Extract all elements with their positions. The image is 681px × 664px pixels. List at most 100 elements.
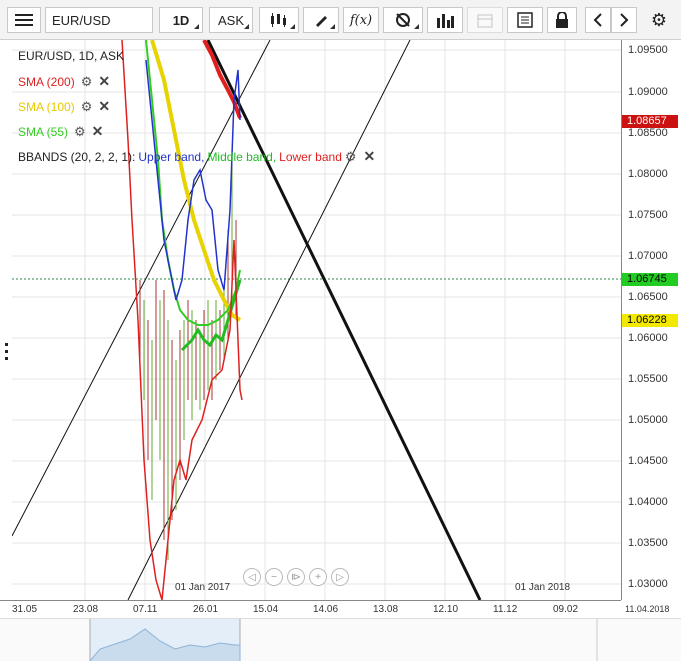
navigator-preview: [89, 619, 598, 662]
price-label: 1.09000: [628, 86, 668, 98]
zoom-in-button[interactable]: +: [309, 568, 327, 586]
price-axis[interactable]: 1.09500 1.09000 1.08500 1.08000 1.07500 …: [621, 40, 681, 600]
sma100-price-tag: 1.06228: [622, 314, 678, 327]
legend-main: EUR/USD, 1D, ASK: [18, 49, 124, 63]
sma200-settings-gear-icon[interactable]: ⚙: [81, 74, 93, 90]
time-label: 12.10: [433, 604, 459, 615]
triangle-right-icon: ▷: [336, 571, 344, 583]
legend-sma55: SMA (55) ⚙ ✕: [18, 123, 103, 140]
legend-sma55-label: SMA (55): [18, 124, 69, 139]
price-label: 1.08000: [628, 168, 668, 180]
triangle-left-icon: ◁: [248, 571, 256, 583]
volume-bars-icon: [437, 14, 454, 28]
time-label: 31.05: [12, 604, 38, 615]
time-label: 14.06: [313, 604, 339, 615]
price-type-select[interactable]: ASK: [209, 7, 253, 33]
sma55-remove-close-icon[interactable]: ✕: [92, 123, 104, 140]
lock-icon: [556, 12, 568, 28]
time-label: 11.12: [493, 604, 518, 615]
pan-right-button[interactable]: ▷: [331, 568, 349, 586]
crosshair-button[interactable]: [383, 7, 423, 33]
navigator[interactable]: [0, 618, 681, 662]
price-label: 1.06500: [628, 291, 668, 303]
time-label: 11.04.2018: [625, 604, 670, 614]
volume-button[interactable]: [427, 7, 463, 33]
chevron-right-icon: [620, 13, 629, 27]
toolbar: EUR/USD 1D ASK f(x) ⚙: [0, 0, 681, 40]
year-marker-2018: 01 Jan 2018: [515, 582, 571, 593]
report-icon: [517, 12, 533, 28]
calendar-button[interactable]: [467, 7, 503, 33]
symbol-input[interactable]: EUR/USD: [45, 7, 153, 33]
price-label: 1.06000: [628, 332, 668, 344]
gear-icon: ⚙: [650, 9, 668, 30]
chart-navigation: ◁ − ⧐ + ▷: [243, 568, 349, 586]
time-axis[interactable]: 31.05 23.08 07.11 26.01 15.04 14.06 13.0…: [0, 600, 669, 619]
calendar-icon: [477, 14, 493, 28]
legend-bb-lower: Lower band: [279, 149, 342, 164]
trendline-3: [206, 39, 482, 601]
zoom-out-icon: −: [271, 571, 277, 583]
bbands-settings-gear-icon[interactable]: ⚙: [345, 149, 357, 165]
drawing-tools-button[interactable]: [303, 7, 339, 33]
lock-button[interactable]: [547, 7, 577, 33]
reset-button[interactable]: ⧐: [287, 568, 305, 586]
price-label: 1.05500: [628, 373, 668, 385]
settings-button[interactable]: ⚙: [645, 7, 673, 33]
price-label: 1.07500: [628, 209, 668, 221]
sma55-settings-gear-icon[interactable]: ⚙: [74, 124, 86, 140]
chevron-left-icon: [593, 13, 602, 27]
scroll-left-button[interactable]: [585, 7, 611, 33]
scroll-right-button[interactable]: [611, 7, 637, 33]
sma200-line: [202, 39, 242, 119]
legend-bbands-label: BBANDS (20, 2, 2, 1):: [18, 149, 136, 164]
time-label: 23.08: [73, 604, 99, 615]
dropdown-caret-icon: [290, 24, 295, 29]
indicators-button[interactable]: f(x): [343, 7, 379, 33]
drag-handle-icon[interactable]: [5, 343, 8, 361]
legend-main-label: EUR/USD, 1D, ASK: [18, 49, 125, 63]
legend-sma200-label: SMA (200): [18, 74, 75, 89]
legend-bb-upper: Upper band,: [138, 149, 205, 164]
reset-icon: ⧐: [291, 571, 301, 583]
dropdown-caret-icon: [194, 24, 199, 29]
legend-sma100-label: SMA (100): [18, 99, 75, 114]
pan-left-button[interactable]: ◁: [243, 568, 261, 586]
chart-type-button[interactable]: [259, 7, 299, 33]
time-label: 07.11: [133, 604, 158, 615]
menu-icon: [15, 14, 33, 26]
price-label: 1.09500: [628, 44, 668, 56]
sma100-remove-close-icon[interactable]: ✕: [98, 98, 110, 115]
price-label: 1.03000: [628, 578, 668, 590]
price-label: 1.04000: [628, 496, 668, 508]
current-price-tag: 1.06745: [622, 273, 678, 286]
year-marker-2017: 01 Jan 2017: [175, 582, 231, 593]
sma200-remove-close-icon[interactable]: ✕: [98, 73, 110, 90]
report-button[interactable]: [507, 7, 543, 33]
legend-sma100: SMA (100) ⚙ ✕: [18, 98, 110, 115]
dropdown-caret-icon: [414, 24, 419, 29]
time-label: 09.02: [553, 604, 579, 615]
candles-icon: [271, 13, 286, 27]
dropdown-caret-icon: [330, 24, 335, 29]
sma100-settings-gear-icon[interactable]: ⚙: [81, 99, 93, 115]
price-label: 1.05000: [628, 414, 668, 426]
menu-button[interactable]: [7, 7, 41, 33]
time-label: 26.01: [193, 604, 219, 615]
zoom-out-button[interactable]: −: [265, 568, 283, 586]
symbol-label: EUR/USD: [52, 13, 111, 28]
function-icon: f(x): [349, 12, 373, 28]
bbands-remove-close-icon[interactable]: ✕: [364, 148, 376, 165]
legend-bbands: BBANDS (20, 2, 2, 1): Upper band, Middle…: [18, 148, 375, 165]
legend-sma200: SMA (200) ⚙ ✕: [18, 73, 110, 90]
time-label: 15.04: [253, 604, 279, 615]
price-label: 1.08500: [628, 127, 668, 139]
legend-bb-middle: Middle band,: [207, 149, 277, 164]
time-label: 13.08: [373, 604, 399, 615]
timeframe-label: 1D: [172, 12, 190, 28]
zoom-in-icon: +: [315, 571, 321, 583]
dropdown-caret-icon: [244, 24, 249, 29]
price-label: 1.07000: [628, 250, 668, 262]
sma200-price-tag: 1.08657: [622, 115, 678, 128]
timeframe-select[interactable]: 1D: [159, 7, 203, 33]
